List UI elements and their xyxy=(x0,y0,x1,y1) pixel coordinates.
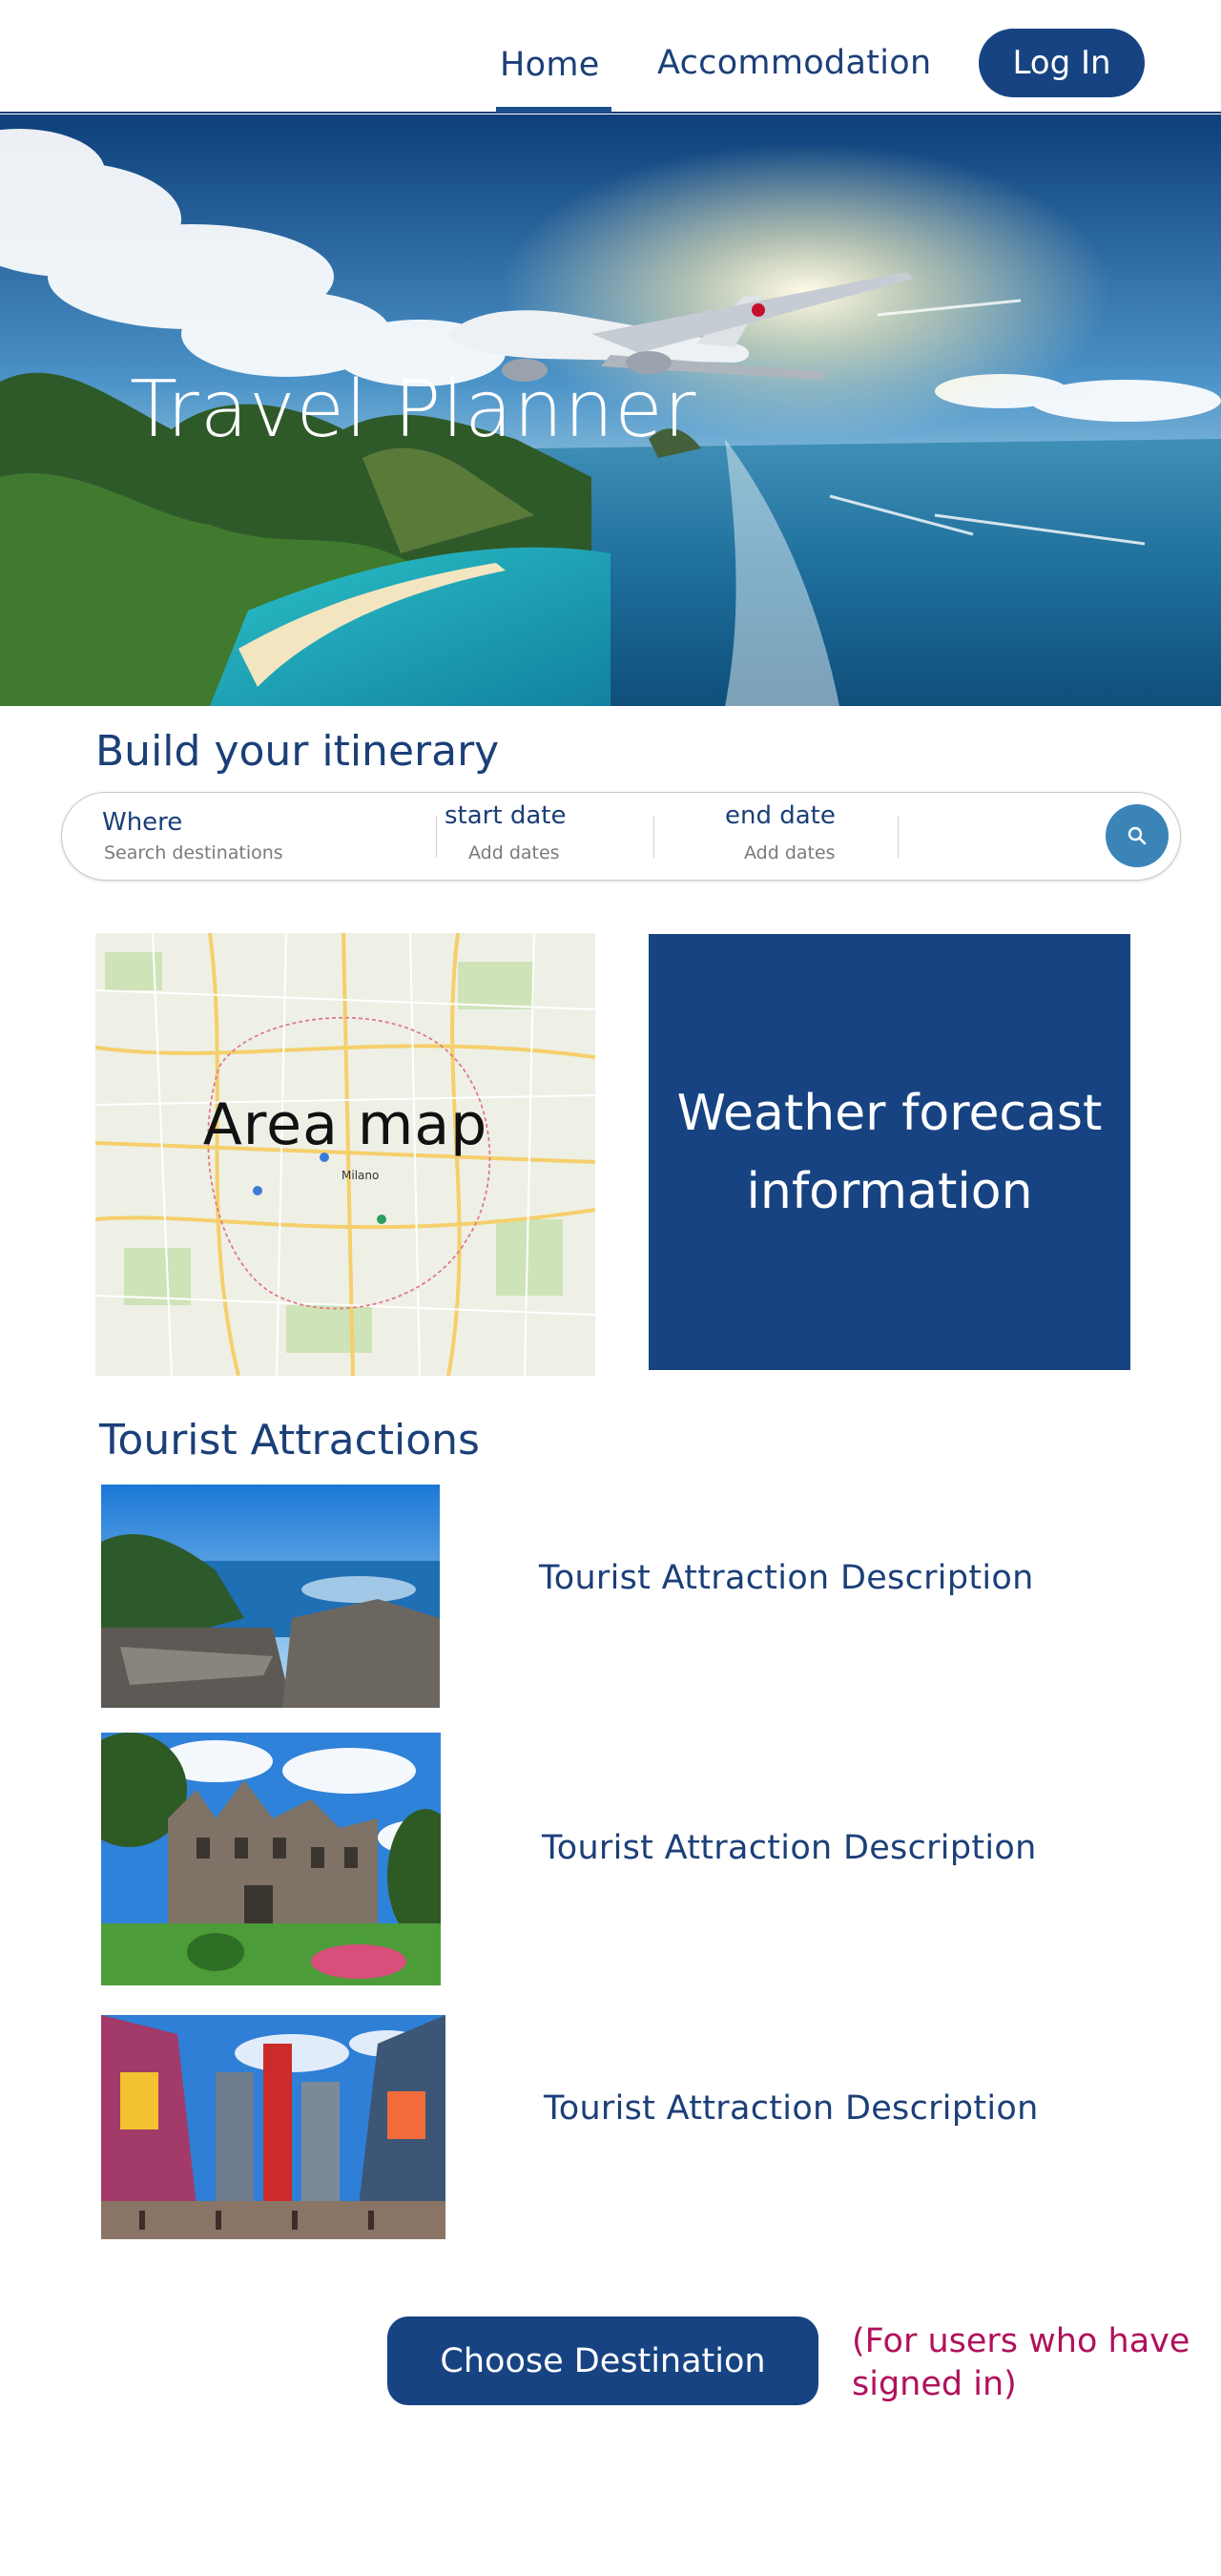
hero-banner: Travel Planner xyxy=(0,114,1221,706)
attractions-heading: Tourist Attractions xyxy=(99,1416,480,1465)
weather-panel: Weather forecast information xyxy=(649,934,1130,1370)
end-date-placeholder: Add dates xyxy=(744,842,836,863)
start-date-placeholder: Add dates xyxy=(468,842,560,863)
start-date-label: start date xyxy=(445,801,567,830)
attraction-image[interactable] xyxy=(101,1733,441,1985)
attraction-description: Tourist Attraction Description xyxy=(544,2089,1039,2128)
end-date-label: end date xyxy=(725,801,836,830)
login-button[interactable]: Log In xyxy=(979,29,1145,97)
attraction-description: Tourist Attraction Description xyxy=(539,1559,1034,1597)
hero-title: Travel Planner xyxy=(130,364,697,455)
itinerary-heading: Build your itinerary xyxy=(95,727,500,776)
where-label: Where xyxy=(102,808,183,837)
attraction-image[interactable] xyxy=(101,2015,445,2239)
weather-text: Weather forecast information xyxy=(676,1084,1103,1220)
attraction-photo-castle xyxy=(101,1733,441,1985)
where-field[interactable]: Where Search destinations xyxy=(62,793,436,882)
area-map[interactable]: Milano Area map xyxy=(95,933,595,1376)
nav-home-link[interactable]: Home xyxy=(500,46,600,84)
where-placeholder: Search destinations xyxy=(104,842,283,863)
nav-accommodation-link[interactable]: Accommodation xyxy=(657,44,931,82)
choose-destination-button[interactable]: Choose Destination xyxy=(387,2316,818,2405)
map-city-label: Milano xyxy=(341,1169,379,1182)
divider xyxy=(898,816,899,858)
map-label: Area map xyxy=(202,1091,488,1158)
search-icon xyxy=(1128,826,1147,845)
attraction-description: Tourist Attraction Description xyxy=(542,1829,1037,1867)
search-button[interactable] xyxy=(1106,804,1169,867)
end-date-field[interactable]: end date Add dates xyxy=(654,793,902,882)
active-nav-indicator xyxy=(496,107,611,113)
attraction-photo-cliff xyxy=(101,1485,440,1708)
site-header: Home Accommodation Log In xyxy=(0,0,1221,114)
itinerary-search-bar: Where Search destinations start date Add… xyxy=(61,792,1181,881)
attraction-image[interactable] xyxy=(101,1485,440,1708)
attraction-photo-city xyxy=(101,2015,445,2239)
signed-in-note: (For users who have signed in) xyxy=(852,2322,1190,2403)
